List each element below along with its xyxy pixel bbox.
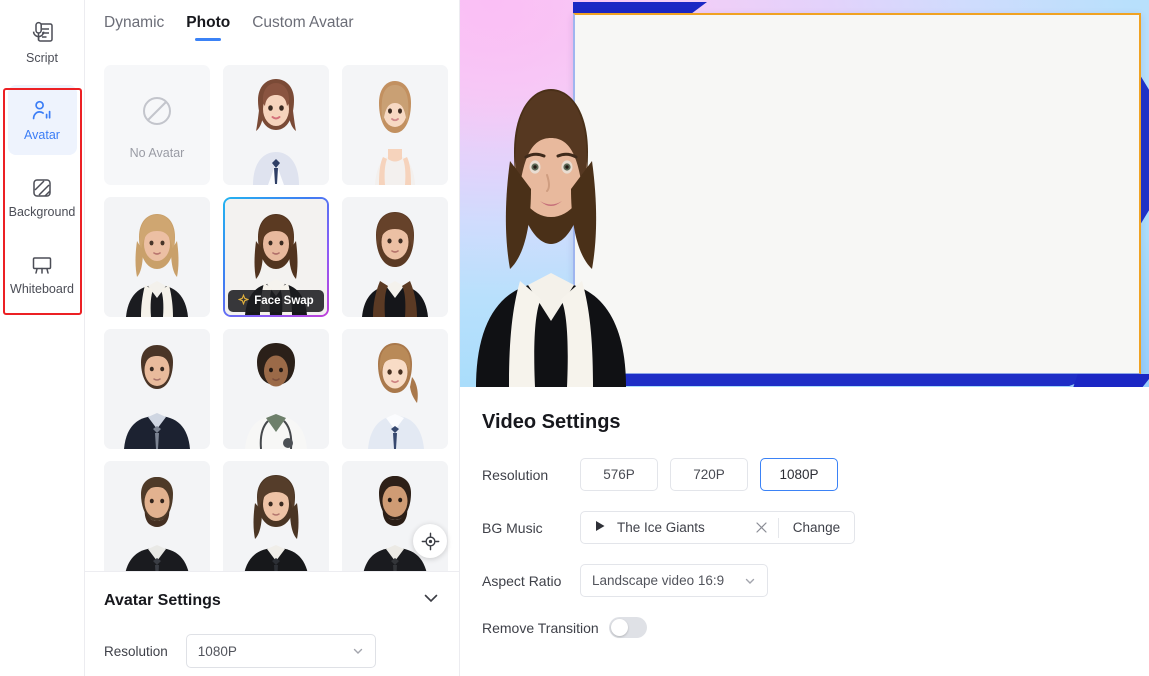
sidebar-item-script[interactable]: Script — [8, 8, 77, 78]
sidebar-item-label: Avatar — [24, 129, 60, 142]
resolution-option-1080p[interactable]: 1080P — [760, 458, 838, 491]
resolution-option-576p[interactable]: 576P — [580, 458, 658, 491]
close-icon[interactable] — [745, 520, 778, 536]
video-resolution-row: Resolution 576P 720P 1080P — [482, 458, 1149, 491]
whiteboard-graphic — [573, 13, 1141, 375]
sidebar-item-background[interactable]: Background — [8, 162, 77, 232]
left-nav-rail: Script Avatar Background — [0, 0, 85, 676]
video-settings-title: Video Settings — [482, 411, 1149, 434]
sidebar-item-label: Whiteboard — [10, 283, 74, 296]
avatar-resolution-row: Resolution 1080P — [104, 634, 440, 668]
chevron-down-icon — [352, 645, 364, 657]
remove-transition-row: Remove Transition — [482, 617, 1149, 638]
aspect-ratio-value: Landscape video 16:9 — [592, 573, 724, 588]
script-icon — [29, 21, 55, 47]
presenter-avatar — [460, 57, 656, 387]
whiteboard-bottom-bevel — [578, 374, 1112, 386]
resolution-option-720p[interactable]: 720P — [670, 458, 748, 491]
video-preview[interactable] — [460, 0, 1149, 387]
whiteboard-right-bevel — [1140, 75, 1149, 225]
aspect-ratio-label: Aspect Ratio — [482, 573, 580, 589]
right-pane: Video Settings Resolution 576P 720P 1080… — [460, 0, 1149, 676]
bg-music-change-button[interactable]: Change — [779, 520, 854, 535]
avatar-tile-cartoon-woman-braid-tie[interactable] — [342, 329, 448, 449]
app-root: Script Avatar Background — [0, 0, 1149, 676]
avatar-tile-man-navy-suit-tie[interactable] — [104, 329, 210, 449]
avatar-panel: Dynamic Photo Custom Avatar No Avatar — [85, 0, 460, 676]
toggle-knob — [611, 619, 628, 636]
resolution-options: 576P 720P 1080P — [580, 458, 838, 491]
sidebar-item-whiteboard[interactable]: Whiteboard — [8, 239, 77, 309]
avatar-tile-cartoon-woman-white-dress[interactable] — [342, 65, 448, 185]
chevron-down-icon[interactable] — [422, 589, 440, 612]
chevron-down-icon — [744, 575, 756, 587]
sidebar-item-label: Script — [26, 52, 58, 65]
sidebar-item-label: Background — [9, 206, 76, 219]
remove-transition-toggle[interactable] — [609, 617, 647, 638]
bg-music-control[interactable]: The Ice Giants Change — [580, 511, 855, 544]
tab-photo[interactable]: Photo — [186, 14, 230, 43]
avatar-icon — [29, 98, 55, 124]
avatar-tile-woman-blonde-suit[interactable] — [104, 197, 210, 317]
selected-tile-content: Face Swap — [225, 199, 327, 315]
whiteboard-bottom-bevel-right — [1073, 374, 1149, 387]
avatar-settings-panel: Avatar Settings Resolution 1080P — [85, 571, 459, 676]
avatar-tile-cartoon-woman-tie[interactable] — [223, 65, 329, 185]
video-settings-panel: Video Settings Resolution 576P 720P 1080… — [460, 387, 1149, 676]
tab-dynamic[interactable]: Dynamic — [104, 14, 164, 43]
avatar-settings-header[interactable]: Avatar Settings — [104, 589, 440, 612]
face-swap-label: Face Swap — [254, 295, 313, 307]
aspect-ratio-row: Aspect Ratio Landscape video 16:9 — [482, 564, 1149, 597]
avatar-tile-woman-long-hair-suit[interactable] — [342, 197, 448, 317]
avatar-tile-woman-doctor-coat[interactable] — [223, 329, 329, 449]
avatar-resolution-label: Resolution — [104, 644, 168, 659]
whiteboard-surface — [573, 13, 1141, 375]
tab-custom-avatar[interactable]: Custom Avatar — [252, 14, 353, 43]
avatar-tile-woman-brunette-suit[interactable]: Face Swap — [223, 197, 329, 317]
face-swap-badge[interactable]: Face Swap — [228, 290, 324, 312]
crosshair-target-icon[interactable] — [413, 524, 447, 558]
avatar-tile-man-beard-suit[interactable] — [104, 461, 210, 581]
background-icon — [29, 175, 55, 201]
aspect-ratio-select[interactable]: Landscape video 16:9 — [580, 564, 768, 597]
bg-music-row: BG Music The Ice Giants Change — [482, 511, 1149, 544]
avatar-tabs: Dynamic Photo Custom Avatar — [85, 0, 459, 52]
no-entry-icon — [137, 91, 177, 136]
sparkle-icon — [238, 294, 249, 308]
whiteboard-icon — [29, 252, 55, 278]
remove-transition-label: Remove Transition — [482, 620, 599, 636]
sidebar-item-avatar[interactable]: Avatar — [8, 85, 77, 155]
avatar-tile-woman-dark-suit[interactable] — [223, 461, 329, 581]
bg-music-label: BG Music — [482, 520, 580, 536]
video-resolution-label: Resolution — [482, 467, 580, 483]
avatar-tile-man-beard-suit-2[interactable] — [342, 461, 448, 581]
avatar-settings-title: Avatar Settings — [104, 592, 221, 610]
avatar-resolution-select[interactable]: 1080P — [186, 634, 376, 668]
avatar-tile-no-avatar[interactable]: No Avatar — [104, 65, 210, 185]
play-icon[interactable] — [595, 519, 606, 537]
no-avatar-label: No Avatar — [130, 146, 185, 160]
avatar-resolution-value: 1080P — [198, 644, 237, 659]
bg-music-track-name: The Ice Giants — [617, 520, 705, 535]
